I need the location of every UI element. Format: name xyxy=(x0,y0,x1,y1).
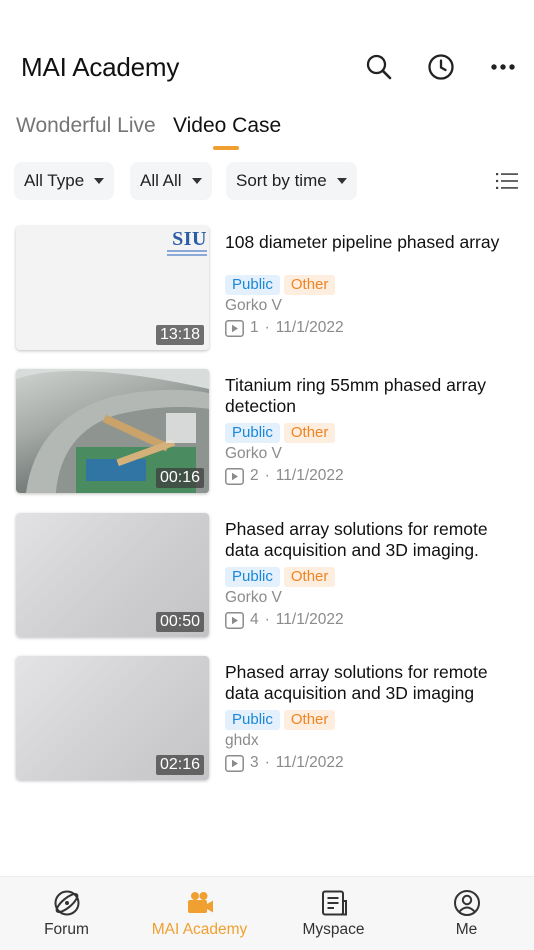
sort-dropdown[interactable]: Sort by time xyxy=(226,162,357,200)
video-title[interactable]: Titanium ring 55mm phased array detectio… xyxy=(225,375,525,417)
video-duration: 00:50 xyxy=(155,612,204,632)
upload-date: 11/1/2022 xyxy=(275,754,344,771)
bottom-navigation: Forum MAI Academy Myspace Me xyxy=(0,876,534,950)
nav-label: MAI Academy xyxy=(151,921,248,938)
type-filter-dropdown[interactable]: All Type xyxy=(14,162,115,200)
category-filter-dropdown[interactable]: All All xyxy=(130,162,212,200)
public-tag: Public xyxy=(225,710,280,730)
play-count-icon xyxy=(225,611,244,629)
video-title[interactable]: Phased array solutions for remote data a… xyxy=(225,519,525,561)
category-tag: Other xyxy=(283,423,336,443)
user-icon xyxy=(453,890,480,916)
caret-down-icon xyxy=(94,178,105,184)
thumbnail-logo: SIU xyxy=(167,229,207,256)
video-meta: 4 · 11/1/2022 xyxy=(225,611,344,629)
meta-separator: · xyxy=(264,319,270,336)
video-list-item[interactable]: SIU 13:18 108 diameter pipeline phased a… xyxy=(0,226,534,350)
page-title: MAI Academy xyxy=(21,52,180,82)
video-tags: Public Other xyxy=(225,567,339,589)
video-meta: 2 · 11/1/2022 xyxy=(225,467,344,485)
video-thumbnail[interactable]: 00:50 xyxy=(16,513,209,637)
public-tag: Public xyxy=(225,423,280,443)
category-tag: Other xyxy=(283,710,336,730)
video-tags: Public Other xyxy=(225,710,339,732)
video-list-item[interactable]: 00:50 Phased array solutions for remote … xyxy=(0,513,534,637)
public-tag: Public xyxy=(225,275,280,295)
video-list-item[interactable]: 02:16 Phased array solutions for remote … xyxy=(0,656,534,780)
video-author: Gorko V xyxy=(225,297,282,314)
play-count: 1 xyxy=(250,319,259,336)
play-count: 4 xyxy=(250,611,259,628)
nav-label: Forum xyxy=(44,921,89,938)
public-tag: Public xyxy=(225,567,280,587)
nav-label: Myspace xyxy=(302,921,365,938)
video-duration: 02:16 xyxy=(155,755,204,775)
category-tag: Other xyxy=(283,275,336,295)
history-clock-icon[interactable] xyxy=(424,50,458,84)
caret-down-icon xyxy=(336,178,347,184)
more-dots-icon[interactable] xyxy=(486,50,520,84)
play-count-icon xyxy=(225,319,244,337)
play-count-icon xyxy=(225,467,244,485)
search-icon[interactable] xyxy=(362,50,396,84)
video-meta: 3 · 11/1/2022 xyxy=(225,754,344,772)
video-author: Gorko V xyxy=(225,589,282,606)
meta-separator: · xyxy=(264,754,270,771)
play-count-icon xyxy=(225,754,244,772)
video-title[interactable]: 108 diameter pipeline phased array xyxy=(225,232,525,253)
upload-date: 11/1/2022 xyxy=(275,319,344,336)
nav-item-me[interactable]: Me xyxy=(400,877,533,950)
play-count: 2 xyxy=(250,467,259,484)
caret-down-icon xyxy=(191,178,202,184)
planet-icon xyxy=(54,890,79,916)
nav-item-mai-academy[interactable]: MAI Academy xyxy=(133,877,266,950)
active-tab-indicator xyxy=(213,146,239,150)
meta-separator: · xyxy=(264,467,270,484)
tab-video-case[interactable]: Video Case xyxy=(173,114,281,138)
video-author: Gorko V xyxy=(225,445,282,462)
category-filter-label: All All xyxy=(140,171,182,190)
play-count: 3 xyxy=(250,754,259,771)
tab-wonderful-live[interactable]: Wonderful Live xyxy=(16,114,156,138)
upload-date: 11/1/2022 xyxy=(275,467,344,484)
list-view-icon[interactable] xyxy=(496,171,518,191)
sort-label: Sort by time xyxy=(236,171,327,190)
app-header: MAI Academy xyxy=(0,0,534,110)
video-author: ghdx xyxy=(225,732,259,749)
category-tag: Other xyxy=(283,567,336,587)
video-duration: 13:18 xyxy=(155,325,204,345)
video-tags: Public Other xyxy=(225,423,339,445)
video-list-item[interactable]: 00:16 Titanium ring 55mm phased array de… xyxy=(0,369,534,493)
video-thumbnail[interactable]: 00:16 xyxy=(16,369,209,493)
document-icon xyxy=(321,890,347,916)
video-tags: Public Other xyxy=(225,275,339,297)
video-thumbnail[interactable]: 02:16 xyxy=(16,656,209,780)
video-meta: 1 · 11/1/2022 xyxy=(225,319,344,337)
meta-separator: · xyxy=(264,611,270,628)
nav-label: Me xyxy=(455,921,478,938)
type-filter-label: All Type xyxy=(24,171,85,190)
video-thumbnail[interactable]: SIU 13:18 xyxy=(16,226,209,350)
filter-bar: All Type All All Sort by time xyxy=(14,162,524,200)
video-camera-icon xyxy=(187,892,213,913)
nav-item-myspace[interactable]: Myspace xyxy=(267,877,400,950)
video-title[interactable]: Phased array solutions for remote data a… xyxy=(225,662,525,704)
video-duration: 00:16 xyxy=(155,468,204,488)
upload-date: 11/1/2022 xyxy=(275,611,344,628)
nav-item-forum[interactable]: Forum xyxy=(0,877,133,950)
